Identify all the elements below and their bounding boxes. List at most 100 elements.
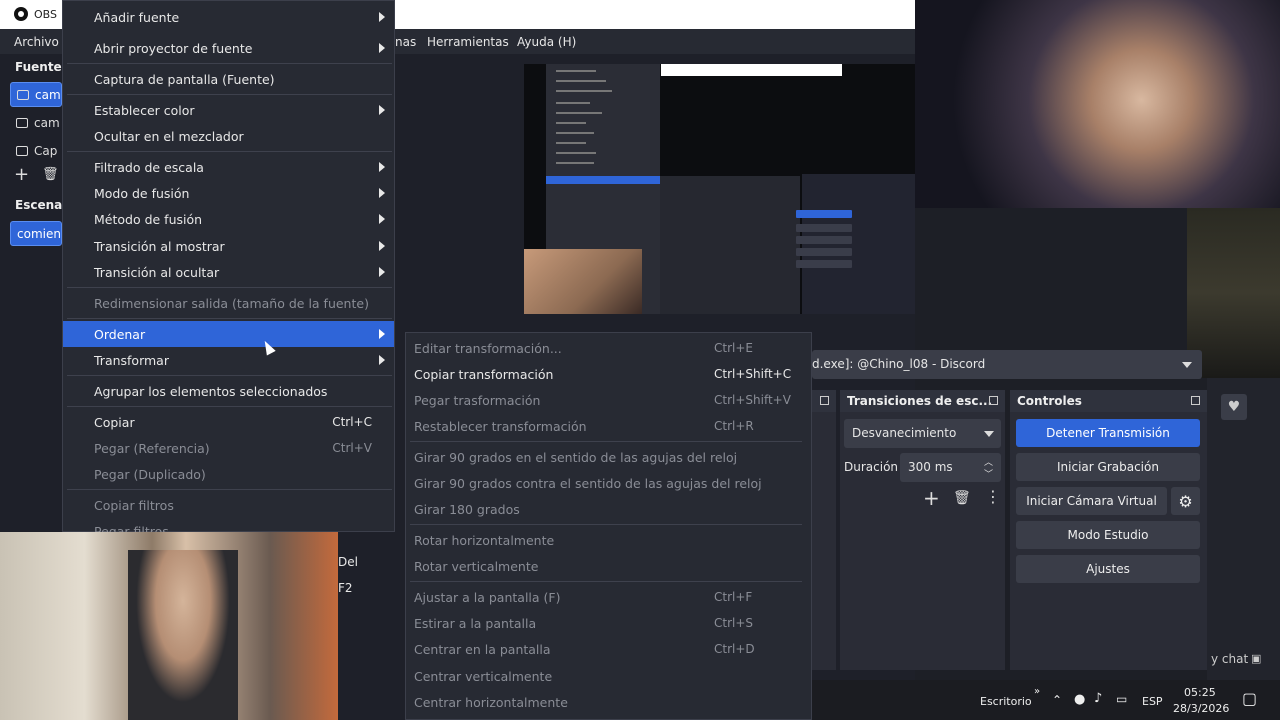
submenu-item-edit-transform[interactable]: Editar transformación... Ctrl+E	[406, 335, 811, 361]
stop-stream-button[interactable]: Detener Transmisión	[1016, 419, 1200, 447]
menu-item-transform[interactable]: Transformar	[63, 347, 394, 373]
submenu-item-reset-transform[interactable]: Restablecer transformación Ctrl+R	[406, 413, 811, 439]
notification-icon[interactable]: ▢	[1242, 689, 1257, 708]
chat-panel: ♥ y chat ▣	[1207, 378, 1280, 680]
chevron-right-icon	[379, 12, 385, 22]
menu-herramientas[interactable]: Herramientas	[427, 35, 509, 49]
preview-line	[556, 152, 596, 154]
submenu-item-label: Centrar verticalmente	[414, 668, 553, 684]
menu-item-group-selected[interactable]: Agrupar los elementos seleccionados	[63, 378, 394, 404]
more-options-icon[interactable]: ⋮	[985, 487, 1001, 506]
submenu-item-rotate-180[interactable]: Girar 180 grados	[406, 496, 811, 522]
add-transition-icon[interactable]: +	[923, 486, 940, 510]
menu-item-label: Establecer color	[94, 102, 195, 118]
menu-item-blend-mode[interactable]: Modo de fusión	[63, 180, 394, 206]
menu-item-set-color[interactable]: Establecer color	[63, 97, 394, 123]
preview-canvas[interactable]	[524, 64, 915, 314]
trash-icon[interactable]: 🗑	[953, 490, 971, 506]
start-virtualcam-button[interactable]: Iniciar Cámara Virtual	[1016, 487, 1167, 515]
virtualcam-settings-button[interactable]: ⚙	[1171, 487, 1200, 515]
transition-type-select[interactable]: Desvanecimiento	[844, 419, 1001, 448]
webcam-person	[128, 550, 238, 720]
menu-item-scale-filter[interactable]: Filtrado de escala	[63, 154, 394, 180]
float-icon[interactable]	[820, 396, 829, 405]
submenu-item-stretch-screen[interactable]: Estirar a la pantalla Ctrl+S	[406, 610, 811, 636]
chevron-right-icon	[379, 329, 385, 339]
chevron-icon[interactable]: »	[1034, 686, 1040, 697]
submenu-item-rotate-cw[interactable]: Girar 90 grados en el sentido de las agu…	[406, 444, 811, 470]
menu-separator	[410, 441, 802, 442]
trash-icon[interactable]: 🗑	[42, 167, 59, 182]
menu-item-screenshot[interactable]: Captura de pantalla (Fuente)	[63, 66, 394, 92]
menu-item-add-source[interactable]: Añadir fuente	[63, 4, 394, 30]
menu-item-label: Ordenar	[94, 326, 146, 342]
submenu-item-fit-screen[interactable]: Ajustar a la pantalla (F) Ctrl+F	[406, 584, 811, 610]
menu-item-paste-duplicate: Pegar (Duplicado)	[63, 461, 394, 487]
clock-date[interactable]: 28/3/2026	[1173, 702, 1229, 715]
chevron-down-icon[interactable]: ﹀	[984, 467, 993, 480]
submenu-item-shortcut: Ctrl+F	[714, 590, 753, 604]
menu-archivo[interactable]: Archivo	[14, 35, 59, 49]
menu-item-open-projector[interactable]: Abrir proyector de fuente	[63, 35, 394, 61]
preview-line	[556, 90, 612, 92]
controls-dock-title: Controles	[1017, 394, 1082, 408]
menu-item-blend-method[interactable]: Método de fusión	[63, 206, 394, 232]
source-context-menu: Añadir fuente Abrir proyector de fuente …	[62, 0, 395, 532]
duration-spinbox[interactable]: 300 ms ︿ ﹀	[900, 453, 1001, 482]
start-recording-button[interactable]: Iniciar Grabación	[1016, 453, 1200, 481]
submenu-item-center-vertical[interactable]: Centrar verticalmente	[406, 663, 811, 689]
submenu-item-shortcut: Ctrl+R	[714, 419, 754, 433]
heart-icon[interactable]: ♥	[1221, 394, 1247, 420]
submenu-item-paste-transform[interactable]: Pegar trasformación Ctrl+Shift+V	[406, 387, 811, 413]
studio-mode-button[interactable]: Modo Estudio	[1016, 521, 1200, 549]
menu-item-show-transition[interactable]: Transición al mostrar	[63, 233, 394, 259]
chat-icon[interactable]: ▣	[1251, 652, 1261, 665]
submenu-item-flip-vertical[interactable]: Rotar verticalmente	[406, 553, 811, 579]
source-selector-value: d.exe]: @Chino_l08 - Discord	[812, 357, 986, 371]
network-icon[interactable]: ▭	[1116, 692, 1127, 706]
submenu-item-center-screen[interactable]: Centrar en la pantalla Ctrl+D	[406, 636, 811, 662]
menu-separator	[67, 318, 392, 319]
add-source-icon[interactable]: +	[14, 164, 29, 185]
menu-item-copy[interactable]: Copiar Ctrl+C	[63, 409, 394, 435]
dock-header: Controles	[1010, 390, 1207, 412]
webcam-overlay-bottom	[0, 532, 338, 720]
menu-separator	[67, 375, 392, 376]
language-indicator[interactable]: ESP	[1142, 695, 1163, 708]
chevron-right-icon	[379, 267, 385, 277]
settings-button[interactable]: Ajustes	[1016, 555, 1200, 583]
menu-ayuda[interactable]: Ayuda (H)	[517, 35, 576, 49]
menu-item-label: Pegar (Duplicado)	[94, 466, 206, 482]
source-icon	[16, 117, 28, 128]
menu-separator	[67, 406, 392, 407]
chevron-right-icon	[379, 241, 385, 251]
float-icon[interactable]	[989, 396, 998, 405]
preview-btn	[796, 224, 852, 232]
scene-item[interactable]: comien	[10, 221, 62, 246]
mic-icon[interactable]: ●	[1074, 692, 1085, 707]
tray-up-icon[interactable]: ⌃	[1052, 693, 1062, 707]
source-item[interactable]: cam	[10, 82, 62, 107]
submenu-item-flip-horizontal[interactable]: Rotar horizontalmente	[406, 527, 811, 553]
source-item[interactable]: Cap	[10, 138, 62, 163]
menu-item-label: Pegar filtros	[94, 524, 169, 532]
volume-icon[interactable]: ♪	[1094, 691, 1102, 706]
submenu-item-center-horizontal[interactable]: Centrar horizontalmente	[406, 689, 811, 715]
chevron-right-icon	[379, 162, 385, 172]
chevron-down-icon	[984, 431, 994, 437]
submenu-item-rotate-ccw[interactable]: Girar 90 grados contra el sentido de las…	[406, 470, 811, 496]
order-submenu: Editar transformación... Ctrl+E Copiar tr…	[405, 332, 812, 720]
submenu-item-label: Centrar horizontalmente	[414, 694, 568, 710]
dock-header: Transiciones de esc...	[840, 390, 1005, 412]
source-selector[interactable]: d.exe]: @Chino_l08 - Discord	[812, 350, 1202, 379]
menu-item-hide-transition[interactable]: Transición al ocultar	[63, 259, 394, 285]
submenu-item-copy-transform[interactable]: Copiar transformación Ctrl+Shift+C	[406, 361, 811, 387]
source-item[interactable]: cam	[10, 110, 62, 135]
clock-time[interactable]: 05:25	[1184, 686, 1216, 699]
menu-escenas[interactable]: nas	[395, 35, 416, 49]
float-icon[interactable]	[1191, 396, 1200, 405]
menu-item-label: Redimensionar salida (tamaño de la fuent…	[94, 295, 369, 311]
menu-item-hide-mixer[interactable]: Ocultar en el mezclador	[63, 123, 394, 149]
menu-item-shortcut: Ctrl+V	[332, 441, 372, 455]
menu-item-order[interactable]: Ordenar	[63, 321, 394, 347]
